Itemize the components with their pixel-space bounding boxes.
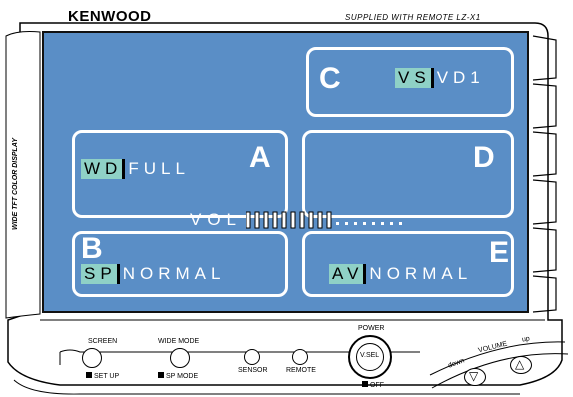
volume-segment-filled xyxy=(254,211,260,229)
section-d-letter: D xyxy=(473,141,495,174)
section-a-tag: WD xyxy=(81,159,126,179)
display-screen: C VS VD1 A WD FULL D B SP NORMAL E AV NO… xyxy=(42,31,529,313)
section-b-box: B SP NORMAL xyxy=(72,231,288,297)
volume-segment-empty xyxy=(354,222,358,225)
volume-segment-empty xyxy=(345,222,349,225)
volume-segment-empty xyxy=(336,222,340,225)
section-c-tag: VS xyxy=(395,68,434,88)
volume-segment-empty xyxy=(372,222,376,225)
monitor-unit: KENWOOD SUPPLIED WITH REMOTE LZ-X1 WIDE … xyxy=(0,0,573,397)
volume-segment-filled xyxy=(263,211,269,229)
vsel-label: V.SEL xyxy=(360,352,380,359)
volume-up-icon: △ xyxy=(515,357,525,371)
volume-segment-filled xyxy=(246,211,251,229)
wide-mode-button-label: WIDE MODE xyxy=(158,338,200,345)
volume-segment-filled xyxy=(272,211,278,229)
screen-button[interactable] xyxy=(82,348,102,368)
volume-segment-empty xyxy=(363,222,367,225)
volume-segment-empty xyxy=(399,222,403,225)
off-label: OFF xyxy=(362,381,384,389)
volume-indicator: VOL xyxy=(190,210,426,230)
section-a-box: A WD FULL xyxy=(72,130,288,218)
section-a-row: WD FULL xyxy=(81,159,190,179)
off-text: OFF xyxy=(370,382,384,389)
volume-segment-empty xyxy=(390,222,394,225)
sp-mode-sub-label: SP MODE xyxy=(158,372,198,380)
model-text: SUPPLIED WITH REMOTE LZ-X1 xyxy=(345,13,481,22)
volume-segment-filled xyxy=(317,211,323,229)
remote-label: REMOTE xyxy=(286,367,316,374)
section-e-row: AV NORMAL xyxy=(329,264,472,284)
volume-segment-filled xyxy=(281,211,287,229)
volume-segment-filled xyxy=(326,211,332,229)
volume-down-icon: ▽ xyxy=(469,369,479,383)
volume-label: VOL xyxy=(190,210,243,229)
section-e-value: NORMAL xyxy=(369,264,473,283)
setup-sub-text: SET UP xyxy=(94,373,120,380)
section-c-box: C VS VD1 xyxy=(306,47,514,117)
side-label: WIDE TFT COLOR DISPLAY xyxy=(12,137,19,230)
section-d-box: D xyxy=(302,130,514,218)
sensor-indicator xyxy=(244,349,260,365)
section-b-letter: B xyxy=(81,232,103,265)
section-b-value: NORMAL xyxy=(122,264,226,283)
section-a-letter: A xyxy=(249,141,271,174)
section-c-letter: C xyxy=(319,62,341,95)
sensor-label: SENSOR xyxy=(238,367,268,374)
section-e-box: E AV NORMAL xyxy=(302,231,514,297)
sp-mode-sub-text: SP MODE xyxy=(166,373,199,380)
brand-logo: KENWOOD xyxy=(68,8,152,25)
section-c-row: VS VD1 xyxy=(395,68,485,88)
power-label: POWER xyxy=(358,325,385,332)
remote-indicator xyxy=(292,349,308,365)
volume-segment-filled xyxy=(299,211,305,229)
screen-button-label: SCREEN xyxy=(88,338,118,345)
section-b-tag: SP xyxy=(81,264,120,284)
section-b-row: SP NORMAL xyxy=(81,264,225,284)
wide-mode-button[interactable] xyxy=(170,348,190,368)
section-c-value: VD1 xyxy=(436,68,485,87)
volume-up-label: up xyxy=(521,335,531,344)
section-a-value: FULL xyxy=(128,159,190,178)
section-e-letter: E xyxy=(489,236,510,269)
volume-segment-empty xyxy=(381,222,385,225)
volume-segment-filled xyxy=(290,211,296,229)
volume-segment-filled xyxy=(308,211,314,229)
volume-bar xyxy=(246,211,403,229)
section-e-tag: AV xyxy=(329,264,367,284)
setup-sub-label: SET UP xyxy=(86,372,119,380)
